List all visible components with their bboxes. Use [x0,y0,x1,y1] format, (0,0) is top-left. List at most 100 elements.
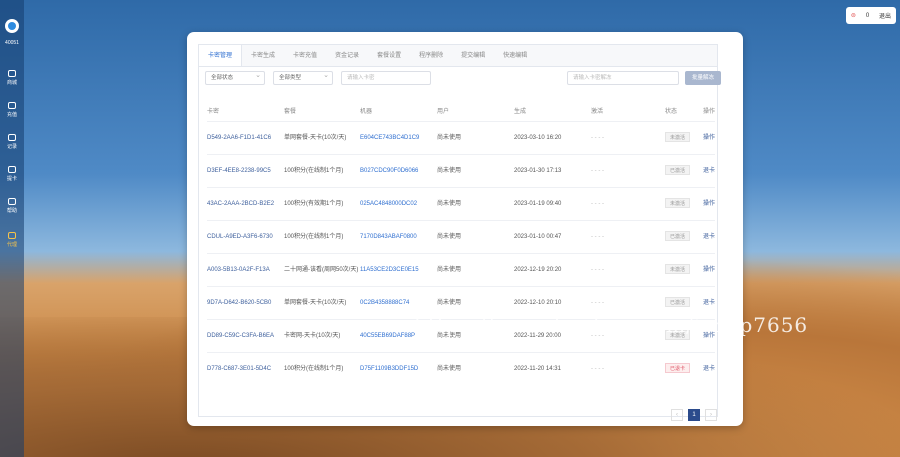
help-icon [8,198,16,205]
tab-card-manage[interactable]: 卡密管理 [199,45,243,66]
header-activated: 激活 [591,109,604,116]
status-badge: 未激活 [665,198,691,208]
header-user: 用户 [437,109,450,116]
user-cell: 尚未使用 [437,120,514,154]
tab-fund-record[interactable]: 资金记录 [326,45,368,66]
status-cell: 未激活 [665,186,703,220]
tab-submit-edit[interactable]: 提交编辑 [452,45,494,66]
tab-card-generate[interactable]: 卡密生成 [242,45,284,66]
card-cell[interactable]: DD89-C59C-C3FA-B6EA [207,318,284,352]
unfreeze-input[interactable]: 请输入卡密解冻 [567,71,679,85]
header-action: 操作 [703,109,716,116]
user-cell: 尚未使用 [437,252,514,286]
action-link[interactable]: 操作 [703,120,715,154]
activated-cell: - - - - [591,120,665,154]
action-link[interactable]: 退卡 [703,153,715,187]
machine-cell: 11A53CE2D3CE0E15 [360,252,437,286]
created-cell: 2023-01-10 00:47 [514,219,591,253]
sidebar-item-agent[interactable]: 代理 [0,232,24,248]
table-header: 卡密 套餐 机器 用户 生成 激活 状态 操作 [207,101,715,121]
page-button-current[interactable]: 1 [688,409,700,421]
table-row: CDUL-A9ED-A3F6-6730 100积分(在线制1个月) 7170D843… [207,219,715,253]
status-badge: 已激活 [665,165,691,175]
card-cell[interactable]: CDUL-A9ED-A3F6-6730 [207,219,284,253]
status-cell: 已激活 [665,153,703,187]
status-cell: 已退卡 [665,351,703,385]
user-cell: 尚未使用 [437,351,514,385]
plan-cell: 二十网通-该看(周网50次/天) [284,252,360,286]
sidebar: 40051 商城 充值 记录 提卡 帮助 代理 [0,0,24,457]
machine-cell: E604CE743BC4D1C9 [360,120,437,154]
notification-icon[interactable]: ⊜ [851,12,856,19]
card-cell[interactable]: D3EF-4EE8-2238-99C5 [207,153,284,187]
tab-card-recharge[interactable]: 卡密充值 [284,45,326,66]
action-link[interactable]: 操作 [703,252,715,286]
logout-link[interactable]: 退出 [879,11,891,20]
prev-page-button[interactable]: ‹ [671,409,683,421]
card-cell[interactable]: A003-5B13-0A2F-F13A [207,252,284,286]
created-cell: 2023-03-10 16:20 [514,120,591,154]
user-id: 40051 [5,40,19,46]
card-cell[interactable]: 43AC-2AAA-2BCD-B2E2 [207,186,284,220]
action-link[interactable]: 退卡 [703,219,715,253]
machine-cell: 025AC4848000DC02 [360,186,437,220]
header-card: 卡密 [207,109,220,116]
tab-quick-edit[interactable]: 快速编辑 [494,45,536,66]
tab-program-delete[interactable]: 程序删除 [410,45,452,66]
record-icon [8,134,16,141]
pagination: ‹ 1 › [671,409,717,421]
sidebar-item-record[interactable]: 记录 [0,134,24,150]
sidebar-item-help[interactable]: 帮助 [0,198,24,214]
filter-bar: 全部状态 全部类型 请输入卡密 请输入卡密解冻 批量解冻 [199,67,721,91]
table-row: 43AC-2AAA-2BCD-B2E2 100积分(有效期1个月) 025AC484… [207,186,715,220]
card-cell[interactable]: D549-2AA6-F1D1-41C6 [207,120,284,154]
user-cell: 尚未使用 [437,153,514,187]
tab-plan-settings[interactable]: 套餐设置 [368,45,410,66]
machine-cell: 7170D843ABAF0800 [360,219,437,253]
avatar[interactable] [5,19,19,33]
plan-cell: 100积分(有效期1个月) [284,186,360,220]
card-cell[interactable]: D778-C687-3E01-5D4C [207,351,284,385]
plan-cell: 100积分(在线制1个月) [284,153,360,187]
activated-cell: - - - - [591,252,665,286]
plan-cell: 卡密网-天卡(10次/天) [284,318,360,352]
type-select[interactable]: 全部类型 [273,70,333,85]
table-row: A003-5B13-0A2F-F13A 二十网通-该看(周网50次/天) 11A53… [207,252,715,286]
plan-cell: 单网套餐-天卡(10次/天) [284,120,360,154]
action-link[interactable]: 退卡 [703,351,715,385]
next-page-button[interactable]: › [705,409,717,421]
status-badge: 已激活 [665,231,691,241]
table-row: D3EF-4EE8-2238-99C5 100积分(在线制1个月) B027CDC9… [207,153,715,187]
shop-icon [8,70,16,77]
sidebar-item-shop[interactable]: 商城 [0,70,24,86]
recharge-icon [8,102,16,109]
notification-count: 0 [865,12,870,19]
card-search-input[interactable]: 请输入卡密 [341,71,431,85]
action-link[interactable]: 操作 [703,186,715,220]
machine-cell: D75F1109B3DDF15D [360,351,437,385]
card-management-card: 卡密管理 卡密生成 卡密充值 资金记录 套餐设置 程序删除 提交编辑 快速编辑 … [198,44,721,421]
watermark: https://www.huzhan.com/ishop7656 [414,313,809,337]
activated-cell: - - - - [591,351,665,385]
batch-unfreeze-button[interactable]: 批量解冻 [685,71,721,85]
plan-cell: 100积分(在线制1个月) [284,219,360,253]
machine-cell: B027CDC90F0D6066 [360,153,437,187]
plan-cell: 100积分(在线制1个月) [284,351,360,385]
status-badge: 已退卡 [665,363,691,374]
status-badge: 未激活 [665,132,691,142]
user-cell: 尚未使用 [437,186,514,220]
activated-cell: - - - - [591,153,665,187]
created-cell: 2023-01-19 09:40 [514,186,591,220]
card-cell[interactable]: 9D7A-D642-B620-5CB0 [207,285,284,319]
sidebar-item-recharge[interactable]: 充值 [0,102,24,118]
status-cell: 未激活 [665,252,703,286]
tab-bar: 卡密管理 卡密生成 卡密充值 资金记录 套餐设置 程序删除 提交编辑 快速编辑 [199,45,717,67]
table-row: D778-C687-3E01-5D4C 100积分(在线制1个月) D75F1109… [207,351,715,385]
header-status: 状态 [665,109,678,116]
header-plan: 套餐 [284,109,297,116]
status-select[interactable]: 全部状态 [205,70,265,85]
sidebar-item-card[interactable]: 提卡 [0,166,24,182]
activated-cell: - - - - [591,186,665,220]
card-icon [8,166,16,173]
plan-cell: 单网套餐-天卡(10次/天) [284,285,360,319]
